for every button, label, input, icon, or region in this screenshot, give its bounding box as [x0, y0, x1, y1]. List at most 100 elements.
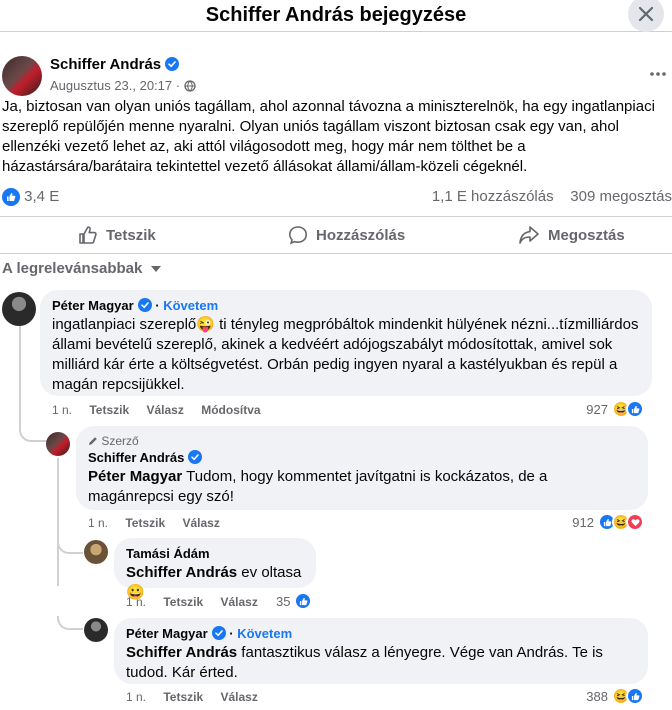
comment-reactions[interactable]: 388 😆	[586, 687, 644, 705]
love-reaction-icon	[626, 513, 644, 531]
like-reaction-icon	[626, 687, 644, 705]
follow-button[interactable]: Követem	[237, 626, 292, 641]
reaction-count: 927	[586, 401, 608, 417]
like-button-label: Tetszik	[106, 226, 156, 244]
mention-link[interactable]: Schiffer András	[126, 644, 237, 661]
comment-actions: 1 n. Tetszik Válasz	[126, 690, 272, 704]
verified-icon	[165, 57, 180, 71]
commenter-name-text[interactable]: Schiffer András	[88, 450, 184, 465]
post-meta: Augusztus 23., 20:17 ·	[50, 78, 196, 93]
comment-like-button[interactable]: Tetszik	[163, 690, 203, 704]
ellipsis-icon	[650, 72, 666, 76]
comment-reactions[interactable]: 927 😆	[586, 400, 644, 418]
author-name[interactable]: Schiffer András	[50, 56, 180, 73]
thread-connector	[57, 616, 83, 630]
comment-time[interactable]: 1 n.	[126, 595, 146, 609]
post-action-bar: Tetszik Hozzászólás Megosztás	[0, 216, 672, 254]
commenter-name[interactable]: Péter Magyar · Követem	[126, 626, 636, 641]
comment-reactions[interactable]: 912 😆	[572, 513, 644, 531]
share-icon	[519, 226, 539, 244]
dialog-title: Schiffer András bejegyzése	[205, 4, 467, 26]
author-badge: Szerző	[88, 434, 636, 448]
comment-reply-button[interactable]: Válasz	[221, 690, 258, 704]
mention-link[interactable]: Schiffer András	[126, 564, 237, 581]
comment-like-button[interactable]: Tetszik	[89, 403, 129, 417]
comment-bubble: Tamási Ádám Schiffer András ev oltasa 😀	[114, 538, 316, 601]
comment-actions: 1 n. Tetszik Válasz	[126, 595, 272, 609]
share-button[interactable]: Megosztás	[518, 217, 625, 253]
comment-button[interactable]: Hozzászólás	[288, 217, 405, 253]
pen-icon	[89, 437, 97, 445]
verified-icon	[211, 626, 226, 640]
comment-button-label: Hozzászólás	[316, 226, 406, 244]
commenter-avatar[interactable]	[84, 540, 108, 564]
thread-connector	[57, 540, 83, 554]
thread-line	[19, 326, 21, 426]
thread-connector	[19, 420, 47, 442]
caret-down-icon	[150, 266, 161, 272]
close-icon	[638, 6, 654, 22]
post-text: Ja, biztosan van olyan uniós tagállam, a…	[2, 98, 655, 175]
share-count[interactable]: 309 megosztás	[570, 188, 672, 205]
commenter-avatar[interactable]	[2, 292, 36, 326]
comment-actions: 1 n. Tetszik Válasz Módosítva	[52, 403, 275, 417]
reaction-count: 35	[276, 593, 291, 609]
like-reaction-icon	[626, 400, 644, 418]
comment-sort-dropdown[interactable]: A legrelevánsabbak	[2, 260, 161, 277]
meta-separator: ·	[175, 78, 181, 93]
post-stats: 3,4 E 1,1 E hozzászólás 309 megosztás	[0, 184, 672, 212]
follow-button[interactable]: Követem	[163, 298, 218, 313]
post-header: Schiffer András Augusztus 23., 20:17 ·	[0, 50, 672, 100]
comment-time[interactable]: 1 n.	[126, 690, 146, 704]
post-date[interactable]: Augusztus 23., 20:17	[50, 78, 172, 93]
thread-line	[57, 458, 59, 586]
close-button[interactable]	[628, 0, 664, 32]
commenter-avatar[interactable]	[46, 432, 70, 456]
comment-bubble: Péter Magyar · Követem Schiffer András f…	[114, 618, 648, 684]
comment-text: Péter Magyar Tudom, hogy kommentet javít…	[88, 467, 636, 507]
comment-bubble: Szerző Schiffer András Péter Magyar Tudo…	[76, 426, 648, 510]
dialog-header: Schiffer András bejegyzése	[0, 0, 672, 32]
author-badge-text: Szerző	[101, 434, 139, 448]
comment-reply-button[interactable]: Válasz	[221, 595, 258, 609]
comment-reactions[interactable]: 35	[276, 592, 313, 610]
comment-count[interactable]: 1,1 E hozzászólás	[432, 188, 554, 205]
comment-time[interactable]: 1 n.	[52, 403, 72, 417]
commenter-name-text[interactable]: Tamási Ádám	[126, 546, 210, 561]
comment-time[interactable]: 1 n.	[88, 516, 108, 530]
verified-icon	[188, 450, 203, 464]
comment-reply-button[interactable]: Válasz	[183, 516, 220, 530]
commenter-avatar[interactable]	[84, 618, 108, 642]
globe-icon	[184, 80, 196, 92]
comment-actions: 1 n. Tetszik Válasz	[88, 516, 234, 530]
mention-link[interactable]: Péter Magyar	[88, 468, 182, 485]
comment-text: Schiffer András fantasztikus válasz a lé…	[126, 643, 636, 683]
commenter-name[interactable]: Péter Magyar · Követem	[52, 298, 640, 313]
more-options-button[interactable]	[648, 64, 668, 84]
sort-label: A legrelevánsabbak	[2, 260, 143, 277]
thumbs-up-icon	[79, 226, 97, 244]
commenter-name[interactable]: Tamási Ádám	[126, 546, 304, 561]
comment-bubble: Péter Magyar · Követem ingatlanpiaci sze…	[40, 290, 652, 396]
commenter-name-text[interactable]: Péter Magyar	[52, 298, 134, 313]
comment-edited-label[interactable]: Módosítva	[201, 403, 260, 417]
comment-reply-button[interactable]: Válasz	[147, 403, 184, 417]
verified-icon	[137, 298, 152, 312]
reaction-count: 388	[586, 688, 608, 704]
comment-text: ingatlanpiaci szereplő😜 ti tényleg megpr…	[52, 316, 639, 393]
like-reaction-icon	[294, 592, 313, 610]
like-reaction-icon	[2, 188, 20, 207]
comment-like-button[interactable]: Tetszik	[163, 595, 203, 609]
comment-icon	[288, 226, 308, 245]
reaction-count: 912	[572, 514, 594, 530]
commenter-name[interactable]: Schiffer András	[88, 450, 636, 465]
engagement-counts: 1,1 E hozzászólás 309 megosztás	[432, 188, 672, 205]
author-name-text[interactable]: Schiffer András	[50, 56, 161, 73]
like-button[interactable]: Tetszik	[78, 217, 156, 253]
comment-like-button[interactable]: Tetszik	[125, 516, 165, 530]
share-button-label: Megosztás	[548, 226, 625, 244]
reaction-summary[interactable]: 3,4 E	[2, 188, 60, 207]
reaction-count: 3,4 E	[24, 188, 60, 205]
commenter-name-text[interactable]: Péter Magyar	[126, 626, 208, 641]
author-avatar[interactable]	[2, 56, 42, 96]
